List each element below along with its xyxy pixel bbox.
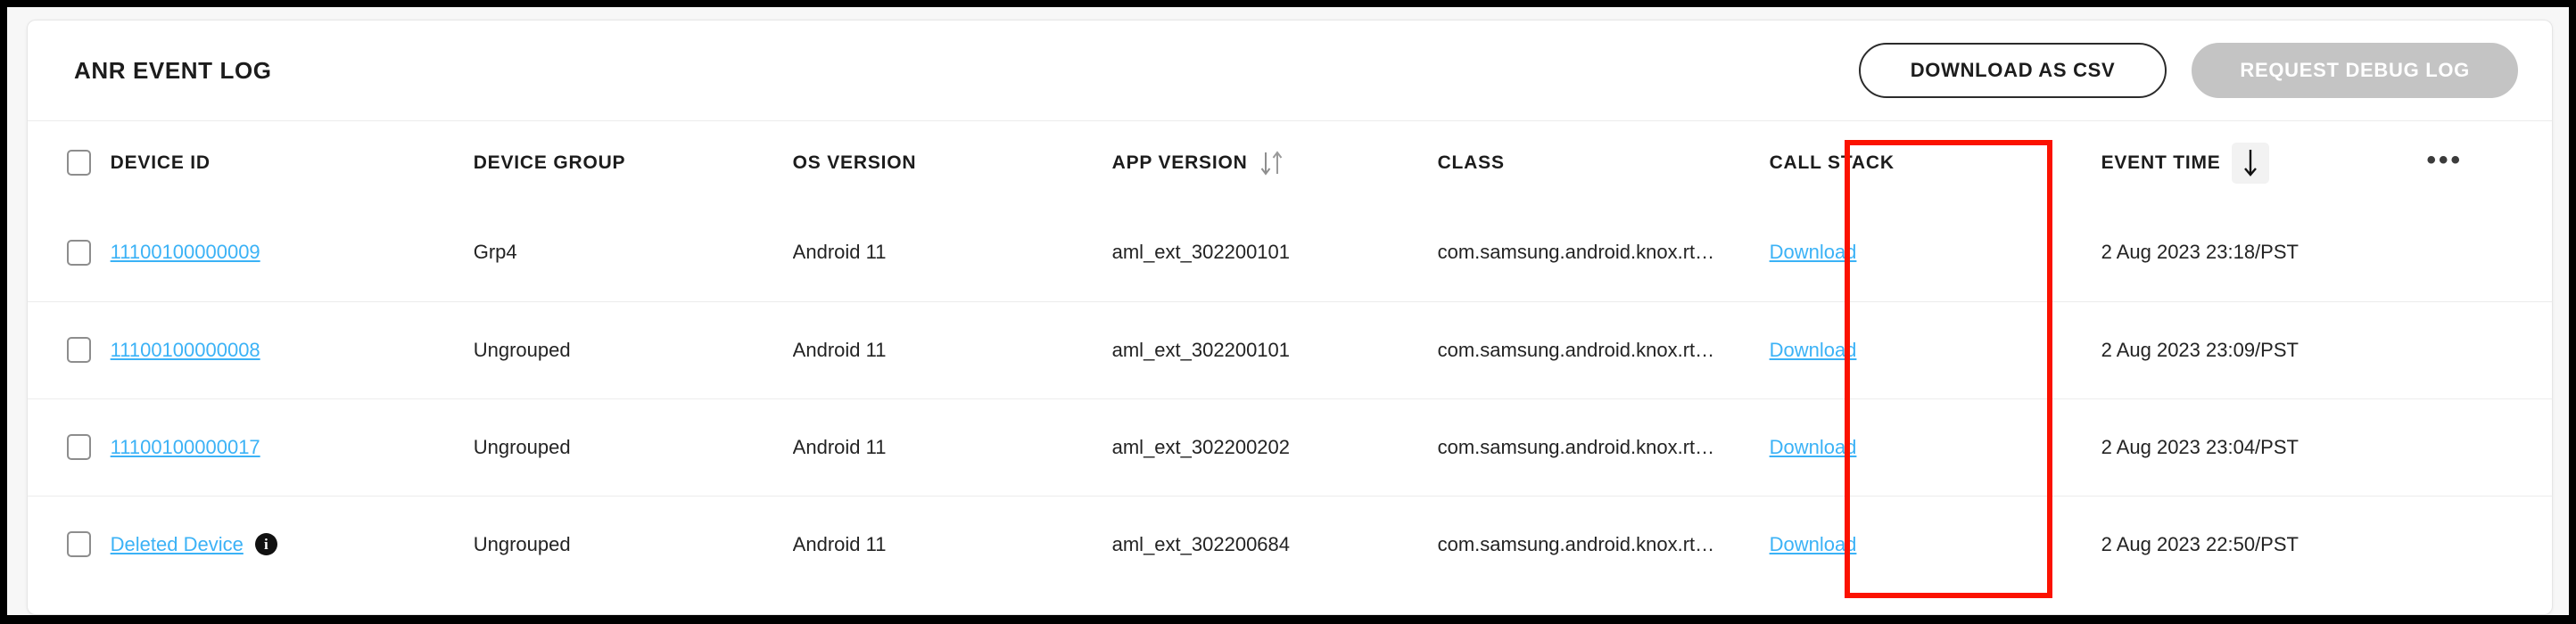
cell-os-version: Android 11 xyxy=(792,300,1112,398)
header-event-time[interactable]: EVENT TIME xyxy=(2101,121,2427,204)
row-checkbox[interactable] xyxy=(67,434,91,460)
row-checkbox[interactable] xyxy=(67,239,91,266)
cell-class: com.samsung.android.knox.rt… xyxy=(1437,398,1770,496)
cell-device-id: Deleted Device i xyxy=(110,495,474,593)
cell-os-version: Android 11 xyxy=(792,495,1112,593)
download-as-csv-button[interactable]: DOWNLOAD AS CSV xyxy=(1858,43,2167,98)
cell-device-id: 11100100000009 xyxy=(111,204,474,301)
call-stack-download-link[interactable]: Download xyxy=(1770,339,1857,361)
page-background: ANR EVENT LOG DOWNLOAD AS CSV REQUEST DE… xyxy=(7,7,2569,615)
call-stack-download-link[interactable]: Download xyxy=(1770,436,1857,458)
cell-os-version: Android 11 xyxy=(792,398,1112,496)
cell-class: com.samsung.android.knox.rt… xyxy=(1437,300,1770,398)
header-device-group[interactable]: DEVICE GROUP xyxy=(474,121,793,204)
cell-event-time: 2 Aug 2023 23:18/PST xyxy=(2101,241,2299,264)
header-device-id[interactable]: DEVICE ID xyxy=(111,121,474,204)
device-id-link[interactable]: 11100100000008 xyxy=(111,339,260,362)
header-event-time-label: EVENT TIME xyxy=(2101,152,2221,173)
cell-row-actions xyxy=(2427,204,2552,301)
header-os-version-label: OS VERSION xyxy=(792,152,917,173)
header-actions: DOWNLOAD AS CSV REQUEST DEBUG LOG xyxy=(1858,43,2518,98)
sort-ascending-descending-icon[interactable] xyxy=(1259,148,1285,178)
info-icon[interactable]: i xyxy=(254,533,277,556)
row-select-cell xyxy=(28,495,111,593)
table-header: DEVICE ID DEVICE GROUP OS VERSION APP VE… xyxy=(28,121,2552,204)
header-call-stack-label: CALL STACK xyxy=(1769,152,1895,173)
header-class[interactable]: CLASS xyxy=(1438,121,1770,204)
row-select-cell xyxy=(28,300,111,398)
cell-os-version: Android 11 xyxy=(792,241,887,264)
cell-call-stack: Download xyxy=(1769,495,2101,593)
row-select-cell xyxy=(28,398,111,496)
header-app-version-label: APP VERSION xyxy=(1111,152,1248,173)
cell-device-id: 11100100000008 xyxy=(110,300,474,398)
table-header-row: DEVICE ID DEVICE GROUP OS VERSION APP VE… xyxy=(28,121,2552,204)
row-checkbox[interactable] xyxy=(67,337,91,363)
page-title: ANR EVENT LOG xyxy=(74,56,272,84)
cell-device-group: Ungrouped xyxy=(473,398,793,496)
cell-call-stack: Download xyxy=(1769,300,2101,398)
table-body: 11100100000009 Grp4 Android 11 aml_ext_3… xyxy=(28,204,2552,593)
table-row[interactable]: 11100100000017 Ungrouped Android 11 aml_… xyxy=(28,398,2552,496)
call-stack-download-link[interactable]: Download xyxy=(1770,241,1857,263)
header-class-label: CLASS xyxy=(1437,152,1505,173)
cell-device-group: Ungrouped xyxy=(473,495,793,593)
cell-app-version: aml_ext_302200684 xyxy=(1111,495,1438,593)
header-app-version[interactable]: APP VERSION xyxy=(1112,121,1438,204)
cell-app-version: aml_ext_302200101 xyxy=(1111,300,1438,398)
header-device-id-label: DEVICE ID xyxy=(110,152,211,173)
anr-event-log-card: ANR EVENT LOG DOWNLOAD AS CSV REQUEST DE… xyxy=(27,20,2553,615)
header-os-version[interactable]: OS VERSION xyxy=(793,121,1112,204)
row-select-cell xyxy=(28,204,111,301)
device-id-link[interactable]: 11100100000009 xyxy=(111,241,260,264)
more-options-icon[interactable]: ••• xyxy=(2427,147,2464,174)
cell-device-group: Grp4 xyxy=(473,241,517,264)
request-debug-log-button: REQUEST DEBUG LOG xyxy=(2192,43,2518,98)
header-select-all xyxy=(28,121,111,204)
card-header: ANR EVENT LOG DOWNLOAD AS CSV REQUEST DE… xyxy=(28,21,2552,121)
cell-event-time: 2 Aug 2023 22:50/PST xyxy=(2101,495,2427,593)
select-all-checkbox[interactable] xyxy=(67,150,91,176)
cell-app-version: aml_ext_302200202 xyxy=(1111,398,1438,496)
cell-event-time: 2 Aug 2023 23:09/PST xyxy=(2101,300,2427,398)
cell-row-actions xyxy=(2426,398,2552,496)
cell-class: com.samsung.android.knox.rt… xyxy=(1437,495,1770,593)
cell-row-actions xyxy=(2426,495,2552,593)
table-row[interactable]: 11100100000009 Grp4 Android 11 aml_ext_3… xyxy=(28,204,2552,301)
device-id-link[interactable]: Deleted Device xyxy=(111,533,244,556)
screenshot-frame: ANR EVENT LOG DOWNLOAD AS CSV REQUEST DE… xyxy=(0,0,2576,624)
device-id-link[interactable]: 11100100000017 xyxy=(111,436,260,459)
header-device-group-label: DEVICE GROUP xyxy=(473,152,626,173)
sort-descending-icon[interactable] xyxy=(2231,142,2269,184)
cell-row-actions xyxy=(2426,300,2552,398)
header-call-stack[interactable]: CALL STACK xyxy=(1770,121,2101,204)
table-row[interactable]: 11100100000008 Ungrouped Android 11 aml_… xyxy=(28,300,2552,398)
cell-app-version: aml_ext_302200101 xyxy=(1111,241,1291,264)
header-more-options[interactable]: ••• xyxy=(2427,121,2552,204)
call-stack-download-link[interactable]: Download xyxy=(1770,533,1857,555)
cell-event-time: 2 Aug 2023 23:04/PST xyxy=(2101,398,2427,496)
cell-device-group: Ungrouped xyxy=(473,300,793,398)
cell-call-stack: Download xyxy=(1770,204,2101,301)
cell-call-stack: Download xyxy=(1769,398,2101,496)
cell-class: com.samsung.android.knox.rt… xyxy=(1437,241,1715,264)
table-row[interactable]: Deleted Device i Ungrouped Android 11 am… xyxy=(28,495,2552,593)
cell-device-id: 11100100000017 xyxy=(110,398,474,496)
row-checkbox[interactable] xyxy=(67,531,91,558)
anr-event-log-table: DEVICE ID DEVICE GROUP OS VERSION APP VE… xyxy=(28,121,2552,593)
